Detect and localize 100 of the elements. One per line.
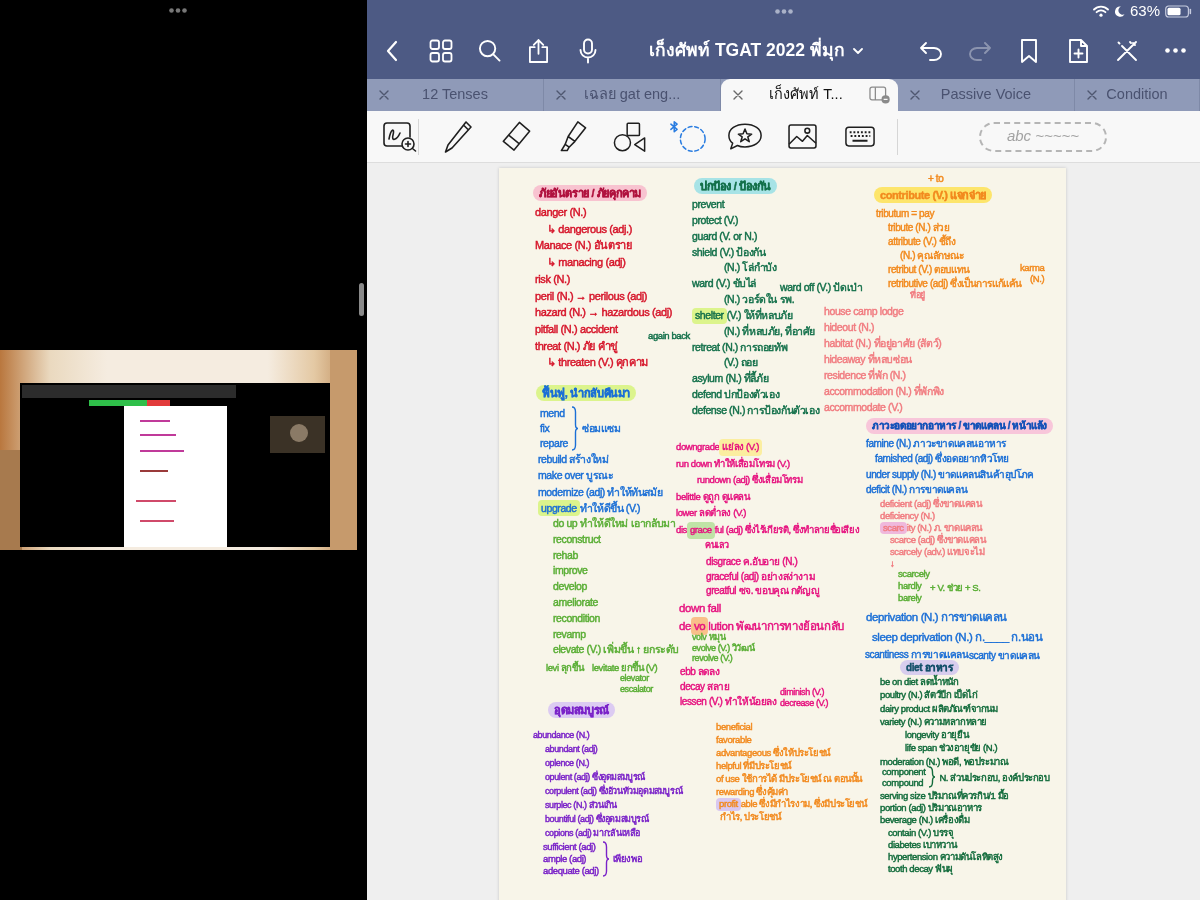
undo-icon[interactable]: [918, 40, 943, 61]
note-text: threat (N.) ภัย คำขู่: [535, 338, 618, 355]
note-text: compound: [882, 777, 924, 788]
note-text: diminish (V.): [780, 687, 824, 698]
share-icon[interactable]: [528, 37, 549, 64]
crossed-lines-icon[interactable]: [1114, 38, 1139, 63]
note-text: Manace (N.) อันตราย: [535, 238, 632, 254]
note-text: hypertension ความดันโลหิตสูง: [888, 851, 1004, 864]
note-text: improve: [553, 563, 588, 579]
note-text: develop: [553, 579, 587, 595]
note-text: ↳ manacing (adj): [547, 255, 626, 271]
note-text: corpulent (adj) ซึ่งอ้วนท้วมอุดมสมบูรณ์: [545, 784, 683, 798]
note-text: ซ่อมแซม: [581, 421, 621, 436]
note-text: tributum = pay: [876, 207, 935, 221]
pen-preview[interactable]: abc ~~~~~: [979, 121, 1107, 152]
note-text: rebuild สร้างใหม่: [538, 452, 609, 467]
tab[interactable]: เก็งศัพท์ T...: [721, 79, 898, 111]
curly-brace-icon: [570, 406, 579, 451]
note-text: retreat (N.) การถอยทัพ: [692, 339, 788, 355]
note-text: ↓: [890, 558, 895, 570]
note-text: retribut (V.) ตอบแทน: [888, 263, 970, 276]
chevron-down-icon[interactable]: [852, 47, 863, 54]
battery-percentage: 63%: [1129, 3, 1160, 19]
note-text: lution พัฒนาการทางย้อนกลับ: [708, 619, 844, 634]
close-icon[interactable]: [1087, 90, 1097, 100]
note-text: ful (adj) ซึ่งไร้เกียรติ, ซึ่งทำลายชื่อเสียง: [714, 522, 860, 537]
note-text: belittle ดูถูก ดูแคลน: [676, 489, 750, 505]
note-text: attribute (V.) ชี้ถึง: [888, 235, 956, 249]
search-icon[interactable]: [478, 39, 501, 62]
note-text: defend ปกป้องตัวเอง: [692, 387, 780, 403]
note-text: กำไร, ประโยชน์: [720, 811, 781, 825]
microphone-icon[interactable]: [578, 37, 597, 64]
note-heading: ปกป้อง / ป้องกัน: [694, 178, 777, 194]
multitasking-dots-icon[interactable]: [169, 8, 187, 13]
note-text: pitfall (N.) accident: [535, 321, 618, 337]
note-text: make over บูรณะ: [538, 468, 614, 484]
note-text: scarce (adj) ซึ่งขาดแคลน: [890, 534, 986, 546]
close-icon[interactable]: [733, 90, 743, 100]
note-text: (N.) โล่กำบัง: [724, 260, 777, 276]
note-text: opulent (adj) ซึ่งอุดมสมบูรณ์: [545, 770, 645, 784]
split-view-handle[interactable]: [359, 283, 364, 316]
split-view-icon[interactable]: [869, 86, 890, 104]
note-text: sufficient (adj): [543, 841, 596, 853]
note-heading: diet อาหาร: [900, 660, 959, 675]
note-text: karma: [1020, 262, 1045, 273]
curly-brace-icon: [601, 841, 610, 877]
note-text: greatful ซจ. ขอบคุณ กตัญญู: [706, 584, 820, 599]
more-icon[interactable]: [1165, 48, 1186, 53]
battery-icon: [1165, 4, 1192, 18]
note-text: danger (N.): [535, 205, 587, 220]
pen-icon[interactable]: [442, 119, 473, 154]
note-text: ↳ dangerous (adj.): [547, 221, 632, 237]
note-text: N. ส่วนประกอบ, องค์ประกอบ: [939, 771, 1050, 783]
note-text: ที่อยู่: [910, 290, 925, 301]
note-text: decay สลาย: [680, 680, 730, 694]
back-icon[interactable]: [385, 39, 398, 62]
note-text: abundant (adj): [545, 743, 598, 756]
note-text: elevator: [620, 673, 649, 684]
note-text: copions (adj) มาก:ล้นเหลือ: [545, 827, 640, 840]
note-text: ward (V.) ขับไล่: [692, 276, 756, 292]
note-text: levi ลุกขึ้น: [546, 662, 584, 674]
scribble-magnifier-icon[interactable]: [383, 121, 417, 152]
highlighted-note-text: profit: [716, 798, 741, 812]
shapes-icon[interactable]: [613, 120, 648, 153]
note-text: recondition: [553, 610, 600, 626]
note-text: asylum (N.) ที่ลี้ภัย: [692, 371, 769, 387]
note-text: life span ช่วงอายุขัย (N.): [905, 741, 998, 755]
note-text: scanty ขาดแคลน: [969, 649, 1041, 663]
star-bubble-icon[interactable]: [727, 122, 764, 151]
note-text: oplence (N.): [545, 757, 590, 770]
note-text: sleep deprivation (N.) ก.____ ก.นอน: [872, 630, 1043, 645]
close-icon[interactable]: [910, 90, 920, 100]
note-text: defense (N.) การป้องกันตัวเอง: [692, 402, 820, 418]
close-icon[interactable]: [556, 90, 566, 100]
note-heading: contribute (V.) แจกจ่าย: [874, 187, 992, 203]
note-text: accommodation (N.) ที่พักพิง: [824, 383, 944, 399]
highlighted-note-text: grace: [686, 521, 715, 539]
note-text: shield (V.) ป้องกัน: [692, 244, 766, 260]
lasso-icon[interactable]: [668, 119, 707, 154]
note-text: คนเลว: [705, 540, 729, 551]
note-text: down fall: [679, 601, 721, 616]
note-text: ↳ threaten (V.) คุกคาม: [547, 355, 648, 371]
note-text: guard (V. or N.): [692, 228, 757, 244]
close-icon[interactable]: [379, 90, 389, 100]
note-text: serving size ปริมาณที่ควรกิน/1 มื้อ: [880, 790, 1009, 803]
note-text: (V.) ถอย: [724, 355, 758, 371]
note-text: revamp: [553, 626, 586, 642]
note-text: fix: [540, 421, 550, 436]
note-text: graceful (adj) อย่างสง่างาม: [706, 569, 816, 584]
document-title[interactable]: เก็งศัพท์ TGAT 2022 พี่มุก: [649, 37, 845, 64]
multitasking-dots-icon[interactable]: [774, 8, 793, 14]
note-text: hardly: [898, 580, 922, 592]
note-text: adequate (adj): [543, 865, 599, 877]
bookmark-icon[interactable]: [1019, 37, 1038, 64]
image-icon[interactable]: [788, 124, 818, 149]
add-page-icon[interactable]: [1066, 37, 1089, 64]
keyboard-icon[interactable]: [845, 126, 876, 147]
note-text: favorable: [716, 733, 752, 747]
note-text: scarcely: [898, 568, 930, 580]
grid-icon[interactable]: [428, 38, 453, 63]
